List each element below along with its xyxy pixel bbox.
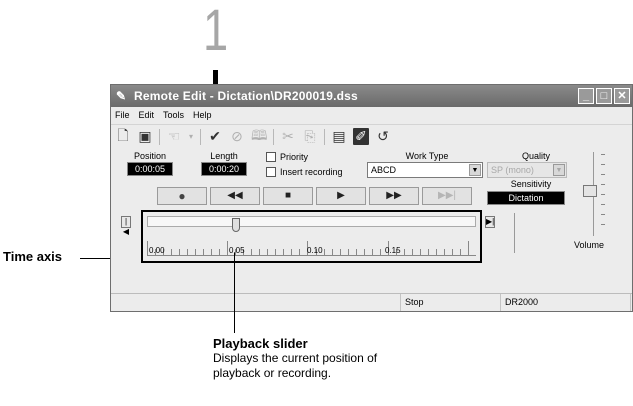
toolbar-separator xyxy=(324,128,325,145)
close-button[interactable]: ✕ xyxy=(614,88,630,104)
toolbar: 🗋 ▣ ☜ ▾ ✔ ⊘ 🕮 ✂ ⎘ ▤ ✐ ↺ xyxy=(111,124,632,148)
volume-label: Volume xyxy=(574,240,605,250)
properties-icon[interactable]: ▤ xyxy=(331,128,347,145)
work-type-select[interactable]: ABCD ▼ xyxy=(367,162,483,178)
stop-button[interactable]: ■ xyxy=(263,187,313,205)
slider-description: Playback slider Displays the current pos… xyxy=(213,336,403,381)
length-display: 0:00:20 xyxy=(201,162,247,176)
sensitivity-label: Sensitivity xyxy=(510,179,552,189)
status-message xyxy=(111,294,401,311)
step-number: 1 xyxy=(203,0,229,63)
insert-recording-label: Insert recording xyxy=(280,167,343,177)
priority-checkbox[interactable] xyxy=(266,152,276,162)
chevron-down-icon[interactable]: ▼ xyxy=(469,164,481,176)
time-axis-label: Time axis xyxy=(3,249,63,264)
slider-title: Playback slider xyxy=(213,336,308,351)
play-button[interactable]: ▶ xyxy=(316,187,366,205)
save-icon[interactable]: ▣ xyxy=(137,128,153,145)
dropdown-icon[interactable]: ▾ xyxy=(188,132,194,141)
remote-edit-window: ✎ Remote Edit - Dictation\DR200019.dss _… xyxy=(110,84,633,312)
length-label: Length xyxy=(210,151,238,161)
transport-controls: ● ◀◀ ■ ▶ ▶▶ ▶▶| xyxy=(157,187,472,205)
skip-end-button[interactable]: ▶▶| xyxy=(422,187,472,205)
menu-file[interactable]: File xyxy=(115,107,130,124)
record-button[interactable]: ● xyxy=(157,187,207,205)
book-icon[interactable]: 🕮 xyxy=(251,125,268,149)
jump-start-button[interactable]: |◀ xyxy=(121,216,131,236)
priority-row[interactable]: Priority xyxy=(266,152,308,162)
window-title: Remote Edit - Dictation\DR200019.dss xyxy=(134,89,358,103)
status-device: DR2000 xyxy=(501,294,631,311)
level-meter xyxy=(514,213,522,253)
tick-label: 0.05 xyxy=(229,246,245,255)
priority-label: Priority xyxy=(280,152,309,162)
quality-value: SP (mono) xyxy=(491,165,534,175)
check-icon[interactable]: ✔ xyxy=(207,128,223,145)
maximize-button[interactable]: □ xyxy=(596,88,612,104)
toolbar-separator xyxy=(159,128,160,145)
slider-leader xyxy=(234,253,235,333)
tick-label: 0.00 xyxy=(149,246,165,255)
time-axis-box: 0.00 0.05 0.10 0.15 xyxy=(141,210,482,263)
hand-icon[interactable]: ☜ xyxy=(166,128,182,145)
work-type-label: Work Type xyxy=(405,151,449,161)
position-display: 0:00:05 xyxy=(127,162,173,176)
insert-row[interactable]: Insert recording xyxy=(266,167,343,177)
slider-desc-text: Displays the current position of playbac… xyxy=(213,351,378,380)
status-state: Stop xyxy=(401,294,501,311)
quality-label: Quality xyxy=(521,151,550,161)
toolbar-separator xyxy=(273,128,274,145)
volume-ticks xyxy=(601,154,605,234)
fast-forward-button[interactable]: ▶▶ xyxy=(369,187,419,205)
menu-help[interactable]: Help xyxy=(193,107,212,124)
chevron-down-icon[interactable]: ▼ xyxy=(553,164,565,176)
undo-icon[interactable]: ↺ xyxy=(375,128,391,145)
insert-recording-checkbox[interactable] xyxy=(266,167,276,177)
volume-slider[interactable] xyxy=(583,185,597,197)
toolbar-separator xyxy=(200,128,201,145)
paste-icon[interactable]: ⎘ xyxy=(302,128,318,145)
playback-track[interactable] xyxy=(147,216,476,232)
menu-tools[interactable]: Tools xyxy=(163,107,184,124)
jump-end-button[interactable]: ▶| xyxy=(485,216,495,228)
menu-edit[interactable]: Edit xyxy=(139,107,155,124)
status-bar: Stop DR2000 xyxy=(111,293,632,311)
main-panel: Position 0:00:05 Length 0:00:20 Priority… xyxy=(111,148,632,266)
minimize-button[interactable]: _ xyxy=(578,88,594,104)
pen-icon: ✎ xyxy=(116,89,127,103)
work-type-value: ABCD xyxy=(371,165,397,175)
menu-bar: File Edit Tools Help xyxy=(111,107,632,124)
edit-icon[interactable]: ✐ xyxy=(353,128,369,145)
title-bar[interactable]: ✎ Remote Edit - Dictation\DR200019.dss _… xyxy=(111,85,632,107)
cancel-icon[interactable]: ⊘ xyxy=(229,128,245,145)
new-icon[interactable]: 🗋 xyxy=(115,125,131,149)
tick-label: 0.10 xyxy=(307,246,323,255)
position-label: Position xyxy=(133,151,167,161)
rewind-button[interactable]: ◀◀ xyxy=(210,187,260,205)
sensitivity-display[interactable]: Dictation xyxy=(487,191,565,205)
time-axis-labels: 0.00 0.05 0.10 0.15 xyxy=(147,246,476,258)
playback-slider[interactable] xyxy=(232,218,240,232)
cut-icon[interactable]: ✂ xyxy=(280,128,296,145)
quality-select[interactable]: SP (mono) ▼ xyxy=(487,162,567,178)
tick-label: 0.15 xyxy=(385,246,401,255)
